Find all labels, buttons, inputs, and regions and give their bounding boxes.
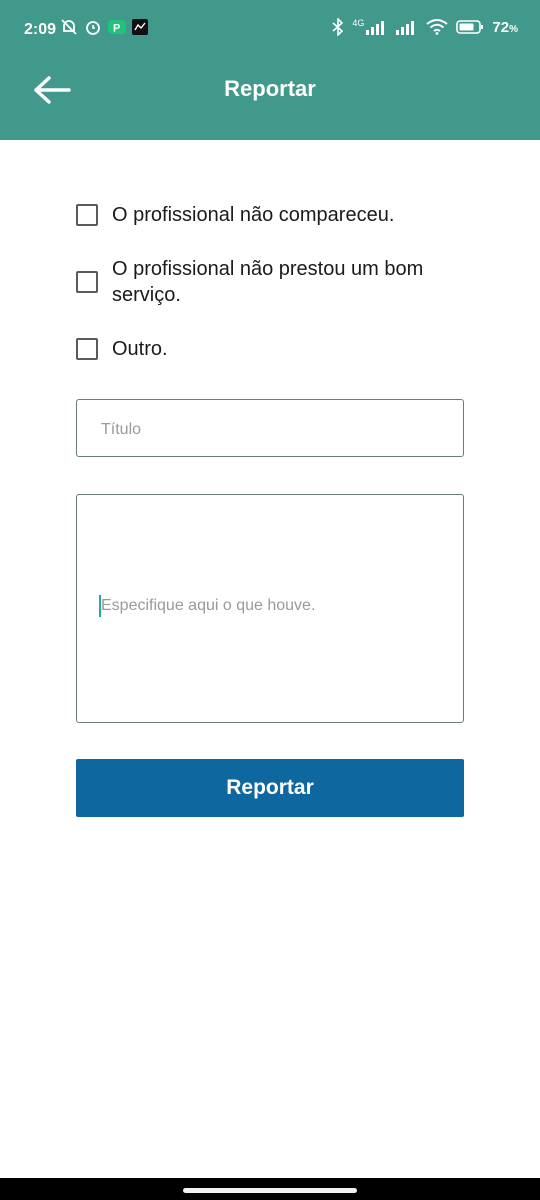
wifi-icon — [426, 19, 449, 35]
app-bar: 2:09 P 4G 72% Reportar — [0, 0, 540, 140]
option-label: O profissional não compareceu. — [112, 204, 395, 226]
battery-level: 72% — [492, 18, 518, 36]
app-p-icon: P — [108, 20, 126, 35]
battery-icon — [456, 20, 484, 34]
network-type: 4G — [352, 18, 365, 28]
bluetooth-icon — [332, 18, 344, 36]
description-input[interactable] — [99, 595, 443, 625]
report-button[interactable]: Reportar — [76, 759, 464, 817]
svg-text:P: P — [113, 23, 120, 35]
option-bad-service[interactable]: O profissional não prestou um bom serviç… — [76, 256, 472, 308]
title-field[interactable] — [76, 399, 464, 457]
option-label: O profissional não prestou um bom serviç… — [112, 258, 424, 306]
title-input[interactable] — [99, 418, 443, 442]
checkbox-unchecked-icon[interactable] — [76, 271, 98, 293]
checkbox-unchecked-icon[interactable] — [76, 204, 98, 226]
system-nav-bar — [0, 1178, 540, 1200]
bell-off-icon — [61, 19, 77, 35]
page-title: Reportar — [224, 76, 316, 101]
status-time: 2:09 — [24, 21, 57, 38]
status-left-icons: P — [60, 18, 148, 36]
signal-icon-2 — [396, 21, 415, 35]
app-chart-icon — [132, 19, 148, 35]
option-label: Outro. — [112, 338, 168, 360]
signal-icon — [366, 21, 385, 35]
option-no-show[interactable]: O profissional não compareceu. — [76, 202, 472, 228]
description-field[interactable] — [76, 494, 464, 723]
option-other[interactable]: Outro. — [76, 336, 472, 362]
status-bar: 2:09 P 4G 72% — [0, 0, 540, 62]
alarm-icon — [86, 21, 100, 35]
home-indicator[interactable] — [183, 1188, 357, 1193]
checkbox-unchecked-icon[interactable] — [76, 338, 98, 360]
status-right-icons: 4G 72% — [332, 18, 518, 36]
